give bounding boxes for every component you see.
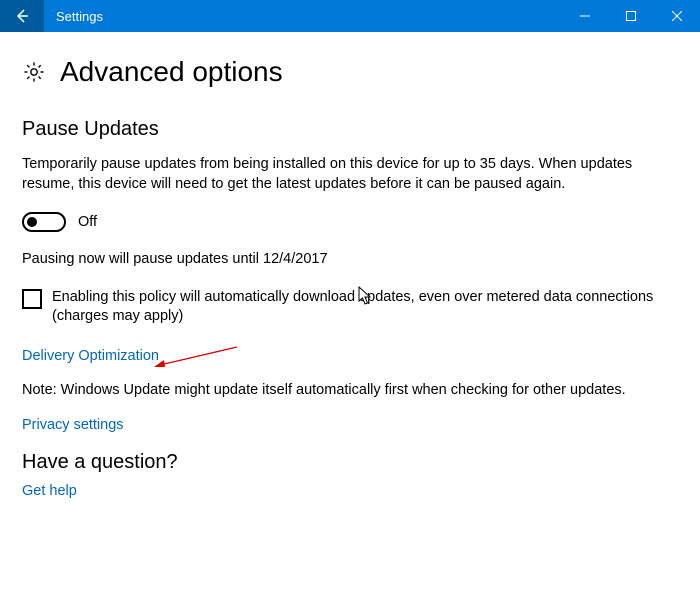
pause-until-text: Pausing now will pause updates until 12/… (22, 250, 678, 270)
back-button[interactable] (0, 0, 44, 32)
page-title: Advanced options (60, 56, 283, 88)
page-header: Advanced options (22, 56, 678, 88)
get-help-link[interactable]: Get help (22, 483, 77, 499)
pause-toggle[interactable]: Off (22, 212, 97, 232)
metered-checkbox[interactable]: Enabling this policy will automatically … (22, 288, 678, 327)
close-icon (672, 11, 682, 21)
content-area: Advanced options Pause Updates Temporari… (0, 32, 700, 500)
minimize-button[interactable] (562, 0, 608, 32)
window-title: Settings (44, 0, 562, 32)
toggle-state-label: Off (78, 214, 97, 230)
maximize-button[interactable] (608, 0, 654, 32)
checkbox-label: Enabling this policy will automatically … (52, 288, 678, 327)
update-note: Note: Windows Update might update itself… (22, 382, 678, 398)
gear-icon (22, 60, 46, 84)
minimize-icon (580, 11, 590, 21)
back-arrow-icon (14, 8, 30, 24)
window-controls (562, 0, 700, 32)
pause-updates-description: Temporarily pause updates from being ins… (22, 155, 678, 194)
toggle-track (22, 212, 66, 232)
toggle-knob (27, 217, 37, 227)
privacy-settings-link[interactable]: Privacy settings (22, 417, 124, 433)
question-heading: Have a question? (22, 451, 678, 474)
pause-updates-heading: Pause Updates (22, 118, 678, 141)
checkbox-box (22, 289, 42, 309)
close-button[interactable] (654, 0, 700, 32)
maximize-icon (626, 11, 636, 21)
titlebar: Settings (0, 0, 700, 32)
delivery-optimization-link[interactable]: Delivery Optimization (22, 348, 159, 364)
